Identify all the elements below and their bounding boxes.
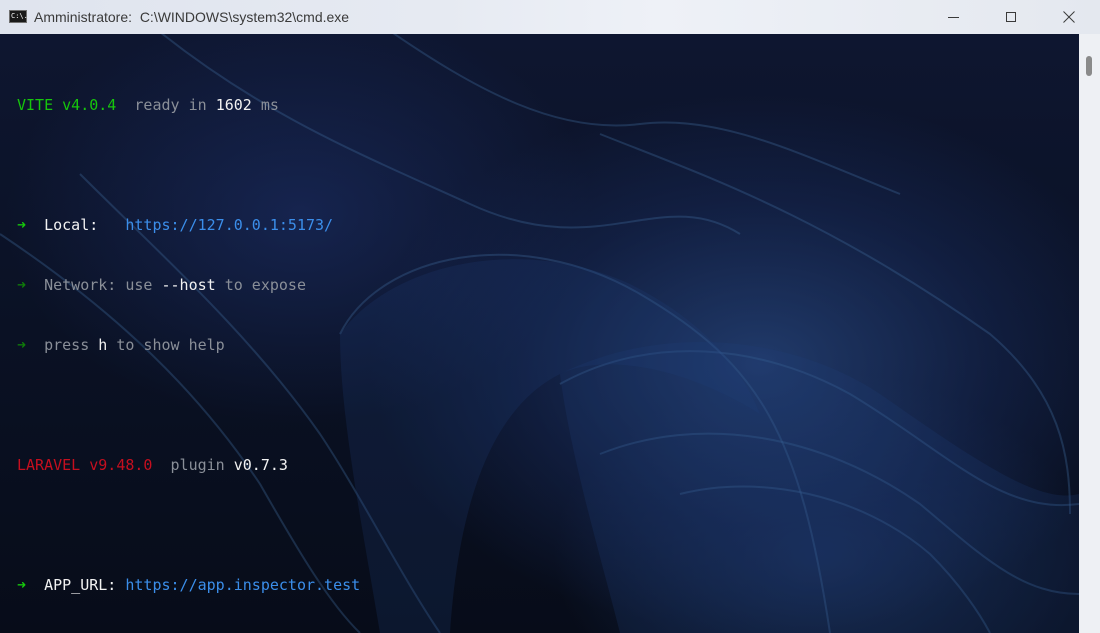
plugin-label: plugin xyxy=(170,456,225,474)
network-line: ➜ Network: use --host to expose xyxy=(17,275,360,295)
network-rest: to expose xyxy=(224,276,306,294)
title-bar[interactable]: C:\. Amministratore: C:\WINDOWS\system32… xyxy=(0,0,1100,34)
app-url-link[interactable]: https://app.inspector.test xyxy=(125,576,360,594)
arrow-icon: ➜ xyxy=(17,576,27,594)
help-line: ➜ press h to show help xyxy=(17,335,360,355)
window-title-path: C:\WINDOWS\system32\cmd.exe xyxy=(139,9,350,25)
ready-text: ready in xyxy=(134,96,207,114)
console-output[interactable]: VITE v4.0.4 ready in 1602 ms ➜ Local: ht… xyxy=(0,34,1079,633)
app-url-line: ➜ APP_URL: https://app.inspector.test xyxy=(17,575,360,595)
laravel-version: v9.48.0 xyxy=(89,456,153,474)
network-label: Network: xyxy=(44,276,117,294)
help-rest: to show help xyxy=(116,336,225,354)
vite-version: v4.0.4 xyxy=(62,96,117,114)
help-press: press xyxy=(44,336,90,354)
close-button[interactable] xyxy=(1040,0,1098,34)
ready-ms: 1602 xyxy=(215,96,252,114)
cmd-icon[interactable]: C:\. xyxy=(9,10,28,23)
local-line: ➜ Local: https://127.0.0.1:5173/ xyxy=(17,215,360,235)
arrow-icon: ➜ xyxy=(17,276,27,294)
vertical-scrollbar[interactable] xyxy=(1079,34,1100,633)
local-url-link[interactable]: https://127.0.0.1:5173/ xyxy=(125,216,333,234)
laravel-line: LARAVEL v9.48.0 plugin v0.7.3 xyxy=(17,455,360,475)
minimize-icon xyxy=(947,16,959,18)
scrollbar-thumb[interactable] xyxy=(1086,56,1092,76)
arrow-icon: ➜ xyxy=(17,216,27,234)
window-title-prefix: Amministratore: xyxy=(34,9,133,25)
vite-name: VITE xyxy=(17,96,54,114)
ms-unit: ms xyxy=(260,96,279,114)
help-key: h xyxy=(98,336,108,354)
maximize-button[interactable] xyxy=(982,0,1040,34)
cmd-icon-text: C:\. xyxy=(11,12,28,20)
minimize-button[interactable] xyxy=(924,0,982,34)
plugin-version: v0.7.3 xyxy=(233,456,288,474)
close-icon xyxy=(1063,11,1075,23)
arrow-icon: ➜ xyxy=(17,336,27,354)
cmd-window: C:\. Amministratore: C:\WINDOWS\system32… xyxy=(0,0,1100,633)
maximize-icon xyxy=(1006,12,1016,22)
host-flag: --host xyxy=(161,276,216,294)
laravel-name: LARAVEL xyxy=(17,456,81,474)
vite-line: VITE v4.0.4 ready in 1602 ms xyxy=(17,95,360,115)
console-lines: VITE v4.0.4 ready in 1602 ms ➜ Local: ht… xyxy=(17,55,360,633)
network-use: use xyxy=(125,276,153,294)
window-title: Amministratore: C:\WINDOWS\system32\cmd.… xyxy=(34,9,349,25)
local-label: Local: xyxy=(44,216,99,234)
app-url-label: APP_URL: xyxy=(44,576,117,594)
